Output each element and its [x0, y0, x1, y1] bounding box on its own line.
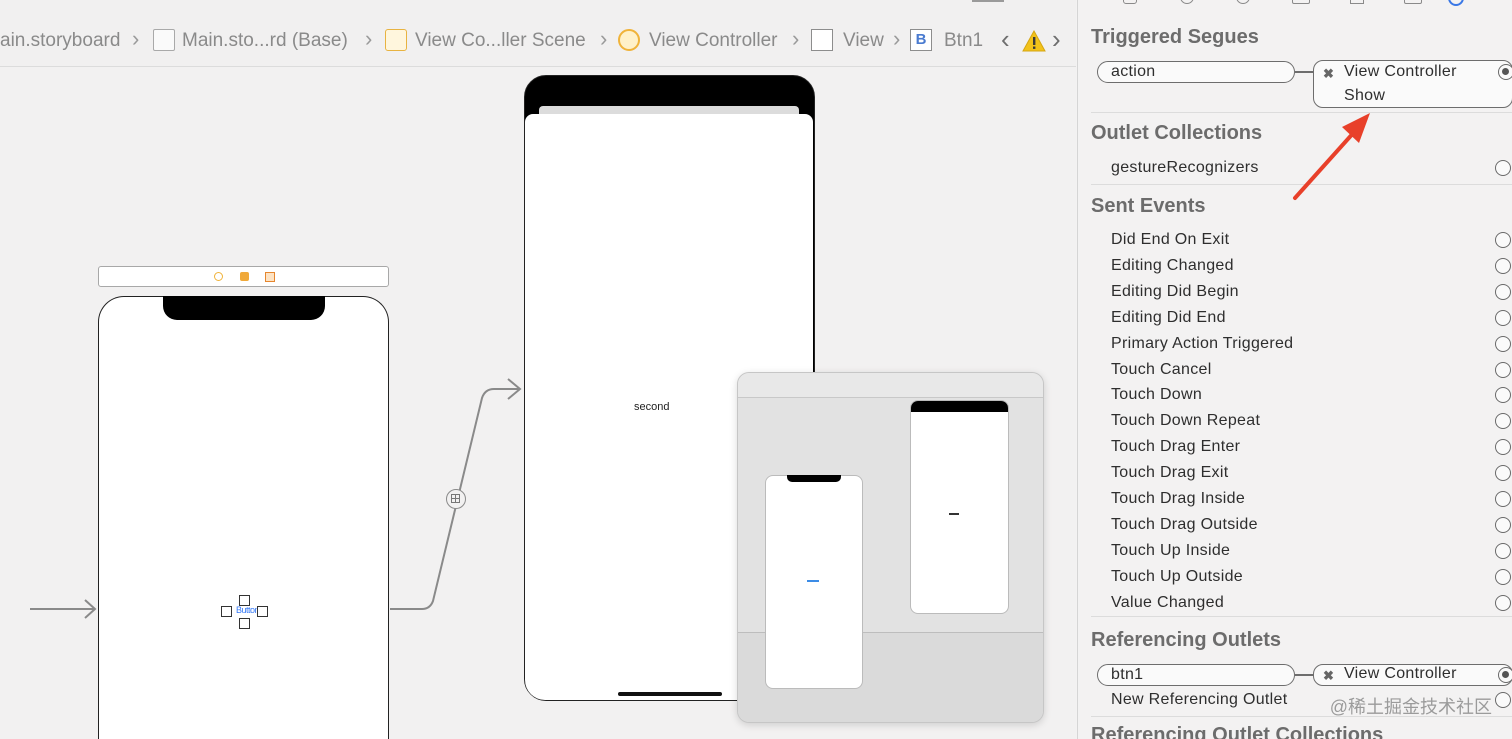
history-inspector-icon[interactable] [1180, 0, 1194, 4]
second-label: second [634, 401, 670, 413]
connection-circle-icon[interactable] [1495, 257, 1511, 274]
home-indicator [618, 692, 722, 696]
sent-event-editing-did-begin: Editing Did Begin [1111, 282, 1239, 300]
sent-event-touch-drag-enter: Touch Drag Enter [1111, 438, 1241, 456]
connection-circle-icon[interactable] [1495, 361, 1511, 378]
file-icon [153, 29, 175, 51]
view-icon [811, 29, 833, 51]
sent-events-title: Sent Events [1091, 195, 1206, 217]
connection-circle-icon[interactable] [1495, 465, 1511, 482]
sent-event-touch-drag-inside: Touch Drag Inside [1111, 490, 1246, 507]
breadcrumb: ain.storyboard › Main.sto...rd (Base) › … [0, 0, 1076, 67]
attributes-inspector-icon[interactable] [1350, 0, 1364, 4]
outlet-collection-gesture-recognizers: gestureRecognizers [1111, 159, 1259, 176]
chevron-right-icon: › [132, 26, 140, 51]
breadcrumb-view[interactable]: View [843, 28, 884, 54]
close-icon[interactable]: ✖ [1323, 668, 1334, 684]
sent-event-touch-up-inside: Touch Up Inside [1111, 541, 1231, 559]
connection-circle-icon[interactable] [1495, 439, 1511, 456]
referencing-outlet-collections-title: Referencing Outlet Collections [1091, 724, 1384, 739]
chevron-right-icon: › [600, 26, 608, 51]
sent-event-touch-drag-outside: Touch Drag Outside [1111, 515, 1258, 533]
quick-help-icon[interactable] [1236, 0, 1250, 4]
breadcrumb-btn1[interactable]: Btn1 [944, 28, 983, 54]
connection-circle-icon[interactable] [1495, 387, 1511, 404]
connection-circle-icon[interactable] [1495, 491, 1511, 507]
connection-circle-icon[interactable] [1495, 542, 1511, 559]
button-icon: B [910, 29, 932, 51]
close-icon[interactable]: ✖ [1323, 66, 1334, 82]
sent-event-touch-down: Touch Down [1111, 386, 1203, 404]
sent-event-touch-cancel: Touch Cancel [1111, 360, 1212, 378]
connection-circle-icon[interactable] [1495, 160, 1511, 176]
toolbar-edge [972, 0, 1004, 2]
sent-event-primary-action-triggered: Primary Action Triggered [1111, 334, 1294, 352]
referencing-outlet-btn1[interactable]: btn1 [1097, 664, 1295, 686]
segue-source-action[interactable]: action [1097, 61, 1295, 83]
referencing-outlet-destination[interactable]: ✖ View Controller [1313, 664, 1512, 686]
new-referencing-outlet: New Referencing Outlet [1111, 691, 1288, 708]
storyboard-canvas[interactable]: Button second [0, 67, 1076, 739]
storyboard-overview-minimap[interactable] [737, 372, 1044, 723]
connection-circle-icon[interactable] [1495, 335, 1511, 352]
connections-inspector: Triggered Segues action ✖ View Controlle… [1077, 0, 1512, 739]
connection-line [1295, 71, 1314, 73]
connection-circle-filled-icon[interactable] [1498, 667, 1512, 683]
chevron-right-icon: › [792, 26, 800, 51]
referencing-outlet-destination-name: View Controller [1344, 665, 1457, 682]
minimap-header [738, 373, 1043, 398]
sent-event-touch-up-outside: Touch Up Outside [1111, 567, 1243, 585]
connection-circle-icon[interactable] [1495, 232, 1511, 248]
inspector-tab-bar[interactable] [1078, 0, 1512, 7]
connection-circle-icon[interactable] [1495, 309, 1511, 326]
sent-event-did-end-on-exit: Did End On Exit [1111, 231, 1230, 248]
minimap-second-controller[interactable] [910, 400, 1009, 614]
file-inspector-icon[interactable] [1123, 0, 1137, 4]
breadcrumb-view-controller[interactable]: View Controller [649, 28, 777, 54]
sent-event-editing-did-end: Editing Did End [1111, 308, 1226, 326]
connection-circle-icon[interactable] [1495, 516, 1511, 533]
connection-circle-icon[interactable] [1495, 594, 1511, 611]
outlet-collections-title: Outlet Collections [1091, 122, 1263, 144]
connection-circle-filled-icon[interactable] [1498, 64, 1512, 80]
segue-destination-name: View Controller [1344, 63, 1457, 80]
sent-event-editing-changed: Editing Changed [1111, 256, 1234, 274]
referencing-outlets-title: Referencing Outlets [1091, 629, 1282, 651]
sent-event-touch-drag-exit: Touch Drag Exit [1111, 464, 1229, 482]
view-controller-icon [618, 29, 640, 51]
connections-inspector-icon[interactable] [1448, 0, 1464, 6]
annotation-arrow-icon [1293, 113, 1370, 200]
breadcrumb-main-storyboard-base[interactable]: Main.sto...rd (Base) [182, 28, 348, 54]
sent-event-value-changed: Value Changed [1111, 593, 1225, 611]
segue-destination[interactable]: ✖ View Controller Show [1313, 60, 1512, 108]
connection-circle-icon[interactable] [1495, 568, 1511, 585]
connection-circle-icon[interactable] [1495, 692, 1511, 708]
breadcrumb-scene[interactable]: View Co...ller Scene [415, 28, 586, 54]
connection-circle-icon[interactable] [1495, 283, 1511, 300]
size-inspector-icon[interactable] [1404, 0, 1422, 4]
segue-icon[interactable] [446, 489, 466, 509]
breadcrumb-storyboard[interactable]: ain.storyboard [0, 28, 120, 54]
segue-kind: Show [1344, 87, 1386, 104]
minimap-first-controller[interactable] [765, 475, 863, 689]
triggered-segues-title: Triggered Segues [1091, 26, 1259, 48]
connection-line [1295, 674, 1314, 676]
scene-icon [385, 29, 407, 51]
chevron-right-icon[interactable]: › [1052, 26, 1061, 52]
chevron-left-icon[interactable]: ‹ [1001, 26, 1010, 52]
chevron-right-icon: › [893, 26, 901, 51]
chevron-right-icon: › [365, 26, 373, 51]
warning-icon[interactable] [1022, 30, 1046, 52]
identity-inspector-icon[interactable] [1292, 0, 1310, 4]
connection-circle-icon[interactable] [1495, 413, 1511, 430]
sent-event-touch-down-repeat: Touch Down Repeat [1111, 412, 1261, 430]
watermark: @稀土掘金技术社区 [1329, 697, 1492, 717]
